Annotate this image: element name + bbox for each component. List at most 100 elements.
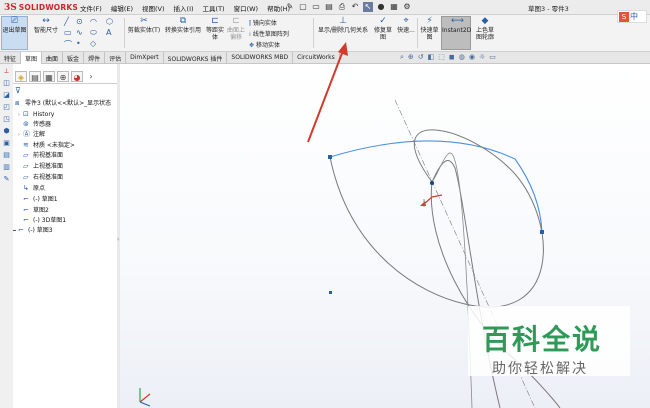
menu-view[interactable]: 视图(V) [142,3,165,13]
assembly-icon[interactable]: ◪ [2,91,11,100]
line-icon[interactable]: ╱ [64,17,69,26]
zoom-fit-icon[interactable]: ⌕ [400,53,404,62]
new-icon[interactable]: ▢ [298,2,308,12]
point-icon[interactable]: • [76,39,81,48]
tree-item-history[interactable]: › ⊡ History [18,110,54,119]
sketch-tool-icon[interactable]: ⟂ [2,67,11,76]
tree-item-front-plane[interactable]: ▱ 前视基准面 [18,151,63,160]
cube-icon[interactable]: ⬢ [2,127,11,136]
filter-icon[interactable]: ⊽ [15,86,21,95]
text-icon[interactable]: A [106,28,111,37]
tree-item-annotations[interactable]: › Ⓐ 注解 [18,130,45,139]
offset-on-surface-button[interactable]: ⊏ 曲面上 偏移 [226,17,246,42]
tab-features[interactable]: 特征 [0,52,22,64]
arc-icon[interactable]: ◠ [90,17,97,26]
tree-item-origin[interactable]: ↳ 原点 [18,184,45,193]
tree-item-sketch1[interactable]: ⌐ (-) 草图1 [18,195,58,204]
tree-item-3dsketch1[interactable]: ⌐ (-) 3D草图1 [18,216,66,225]
drawing-icon[interactable]: ◰ [2,103,11,112]
tree-item-material[interactable]: ≋ 材质 <未指定> [18,141,75,150]
previous-view-icon[interactable]: ↺ [418,53,424,62]
property-manager-tab-icon[interactable]: ▤ [29,71,41,82]
tag-icon[interactable]: ✎ [2,175,11,184]
select-icon[interactable]: ↖ [363,2,373,12]
offset-entities-button[interactable]: ⊏ 等距实 体 [205,17,225,42]
tree-item-right-plane[interactable]: ▱ 右视基准面 [18,173,63,182]
edit-appearance-icon[interactable]: ◉ [469,53,475,62]
tab-addins[interactable]: SOLIDWORKS 插件 [164,52,228,64]
rebuild-icon[interactable]: ● [376,2,386,12]
tree-item-sensors[interactable]: ⊚ 传感器 [18,120,51,129]
tree-item-sketch3[interactable]: ━ ⌐ (-) 草图3 [13,226,53,235]
open-icon[interactable]: ▭ [311,2,321,12]
feature-manager-empty-area [13,239,118,408]
move-entities-button[interactable]: ✥ 移动实体 [249,40,280,49]
ime-indicator[interactable]: S中 [617,10,647,23]
tab-evaluate[interactable]: 评估 [105,52,127,64]
ellipse-icon[interactable]: ⬭ [90,28,97,38]
view-icon[interactable]: ◳ [2,115,11,124]
display-style-icon[interactable]: ◼ [449,53,455,62]
fillet-icon[interactable]: ⌒ [64,39,72,50]
tree-root-part[interactable]: ⧈ 零件3 (默认<<默认>_显示状态 [15,99,111,108]
menu-file[interactable]: 文件(F) [80,3,102,13]
menu-tools[interactable]: 工具(T) [203,3,225,13]
spline-icon[interactable]: ∿ [76,28,83,37]
section-view-icon[interactable]: ◧ [428,53,435,62]
trim-entities-button[interactable]: ✂ 剪裁实体(T) [127,17,161,35]
repair-sketch-button[interactable]: ✓ 修复草 图 [372,17,394,42]
sketch-point[interactable] [540,230,544,234]
spline-curve-outer[interactable] [329,129,544,308]
tab-sheet-metal[interactable]: 钣金 [63,52,85,64]
expand-panel-icon[interactable]: › [85,71,97,82]
file-explorer-icon[interactable]: ▤ [2,151,11,160]
circle-icon[interactable]: ⊙ [76,17,83,26]
hide-show-icon[interactable]: ◍ [459,53,465,62]
tab-surfaces[interactable]: 曲面 [42,52,64,64]
shaded-sketch-contours-button[interactable]: ◆ 上色草 图轮廓 [474,17,496,42]
sketch-vertex[interactable] [430,181,434,185]
print-icon[interactable]: ⎙ [337,2,347,12]
dimxpert-tab-icon[interactable]: ⊕ [57,71,69,82]
polygon-icon[interactable]: ⬡ [106,17,113,26]
tab-dimxpert[interactable]: DimXpert [126,52,164,64]
sketch-point[interactable] [329,291,332,294]
exit-sketch-button[interactable]: ⎚ 退出草图 [1,16,28,50]
view-orientation-icon[interactable]: ⬚ [438,53,445,62]
tree-item-top-plane[interactable]: ▱ 上视基准面 [18,162,63,171]
library-icon[interactable]: ▣ [2,139,11,148]
tab-weldments[interactable]: 焊件 [84,52,106,64]
rectangle-icon[interactable]: ▭ [64,28,72,37]
feature-tree-tab-icon[interactable]: ◈ [15,71,27,82]
tree-item-sketch2[interactable]: ⌐ 草图2 [18,206,49,215]
tab-mbd[interactable]: SOLIDWORKS MBD [227,52,294,64]
undo-icon[interactable]: ↶ [350,2,360,12]
smart-dimension-button[interactable]: ↔ 智能尺寸 [31,17,61,35]
linear-pattern-button[interactable]: ⁞ 线性草图阵列 [249,29,289,38]
mirror-entities-button[interactable]: ⫿ 镜向实体 [249,18,277,28]
tab-sketch[interactable]: 草图 [21,52,43,64]
pin-icon[interactable]: ✎ [285,2,295,12]
settings-icon[interactable]: ⚙ [402,2,412,12]
display-manager-tab-icon[interactable]: ◕ [71,71,83,82]
display-delete-relations-button[interactable]: ⊥ 显示/删除几何关系 [316,17,370,35]
convert-entities-button[interactable]: ⧉ 转换实体引用 [163,17,203,35]
selected-arc[interactable] [329,140,543,233]
part-icon[interactable]: ◫ [2,79,11,88]
view-settings-icon[interactable]: ▭ [489,53,496,62]
instant2d-button[interactable]: ⟷ Instant2D [441,16,471,50]
zoom-area-icon[interactable]: ⊕ [408,53,414,62]
configuration-tab-icon[interactable]: ▦ [43,71,55,82]
menu-insert[interactable]: 插入(I) [174,3,194,13]
menu-edit[interactable]: 编辑(E) [111,3,133,13]
quick-snaps-button[interactable]: ⌖ 快速... [396,17,416,35]
save-icon[interactable]: ▤ [324,2,334,12]
scene-icon[interactable]: ☼ [479,53,485,62]
palette-icon[interactable]: ▥ [2,163,11,172]
spline-curve-center[interactable] [431,152,473,408]
sketch-point[interactable] [328,155,332,159]
plane-sketch-icon[interactable]: ◇ [90,39,96,48]
options-icon[interactable]: ▦ [389,2,399,12]
rapid-sketch-button[interactable]: ⚡ 快速草 图 [419,17,440,42]
menu-window[interactable]: 窗口(W) [234,3,259,13]
